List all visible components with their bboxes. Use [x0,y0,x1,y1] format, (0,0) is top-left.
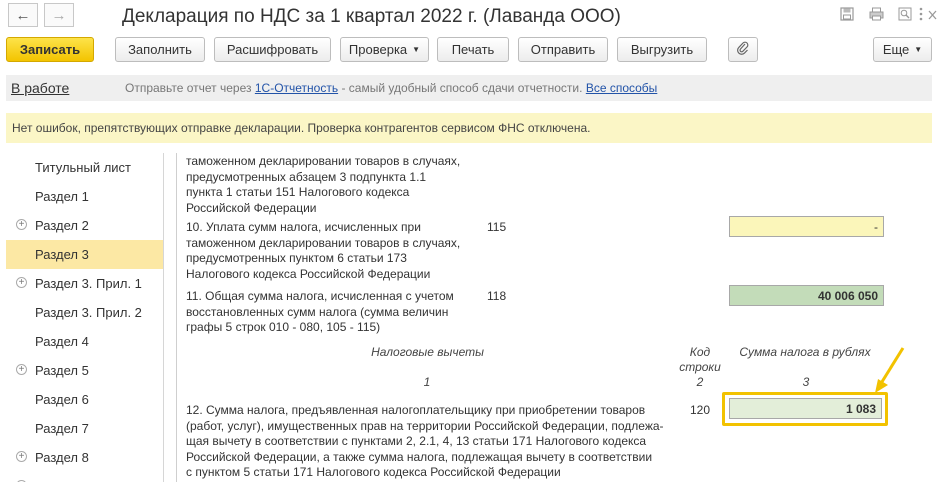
sidebar-item-label: Раздел 7 [35,421,89,436]
window-title: Декларация по НДС за 1 квартал 2022 г. (… [122,6,621,27]
zoom-icon[interactable] [897,7,913,23]
sidebar-item[interactable]: + Раздел 5 [6,356,163,385]
print-icon[interactable] [868,7,884,23]
col3-number: 3 [802,375,810,389]
validation-message: Нет ошибок, препятствующих отправке декл… [6,113,932,143]
info-text-after: - самый удобный способ сдачи отчетности. [341,81,583,95]
sidebar-item-label: Раздел 2 [35,218,89,233]
row11-text: 11. Общая сумма налога, исчисленная с уч… [186,289,454,334]
reporting-link[interactable]: 1С-Отчетность [255,81,338,95]
sidebar-item[interactable]: + Раздел 3. Прил. 1 [6,269,163,298]
amount-header: Сумма налога в рублях [739,345,871,359]
arrow-right-icon: → [51,6,67,24]
highlight-arrow-icon [875,347,905,393]
sidebar-item-label: Раздел 6 [35,392,89,407]
row11-code: 118 [487,289,507,303]
col1-number: 1 [423,375,431,389]
sidebar-item[interactable]: Раздел 3. Прил. 2 [6,298,163,327]
sidebar-item-label: Раздел 1 [35,189,89,204]
info-text: Отправьте отчет через 1С-Отчетность - са… [125,81,657,95]
fill-button[interactable]: Заполнить [115,37,205,62]
sidebar-item-label: Раздел 3. Прил. 1 [35,276,142,291]
row10-text: 10. Уплата сумм налога, исчисленных при … [186,220,461,281]
code-header: Код строки 2 [679,345,721,389]
sidebar-item-label: Раздел 8 [35,450,89,465]
check-label: Проверка [348,42,408,57]
close-icon[interactable] [928,7,937,23]
expand-icon[interactable]: + [16,219,27,230]
forward-button[interactable]: → [44,3,74,27]
paperclip-icon [737,41,749,58]
validation-text: Нет ошибок, препятствующих отправке декл… [12,121,591,135]
status-link[interactable]: В работе [11,80,69,96]
row9-text: таможенном декларировании товаров в случ… [186,154,461,215]
more-vertical-icon[interactable] [917,7,925,23]
sidebar-item[interactable]: Раздел 4 [6,327,163,356]
expand-icon[interactable]: + [16,277,27,288]
sidebar-item[interactable]: + Раздел 2 [6,211,163,240]
sidebar-item[interactable]: +Раздел 9. Прил. 1 [6,472,163,482]
row12-amount-field[interactable]: 1 083 [729,398,882,419]
sidebar-item-label: Раздел 5 [35,363,89,378]
sidebar-item[interactable]: + Раздел 8 [6,443,163,472]
sidebar-item-label: Титульный лист [35,160,132,175]
row12-text: 12. Сумма налога, предъявленная налогопл… [186,403,664,479]
arrow-left-icon: ← [15,6,31,24]
check-dropdown-button[interactable]: Проверка ▼ [340,37,429,62]
all-ways-link[interactable]: Все способы [586,81,658,95]
more-button[interactable]: Еще ▼ [873,37,932,62]
save-button[interactable]: Записать [6,37,94,62]
info-text-before: Отправьте отчет через [125,81,252,95]
expand-icon[interactable]: + [16,364,27,375]
content-divider [176,153,177,482]
row10-amount-field[interactable]: - [729,216,884,237]
deductions-header: Налоговые вычеты [371,345,484,359]
sidebar-item[interactable]: Раздел 1 [6,182,163,211]
sidebar-item[interactable]: Титульный лист [6,153,163,182]
section-navigation: Титульный лист Раздел 1 + Раздел 2 Раздел 3 +… [6,153,164,482]
expand-icon[interactable]: + [16,451,27,462]
sidebar-item-label: Раздел 3 [35,247,89,262]
sidebar-item[interactable]: Раздел 6 [6,385,163,414]
print-button[interactable]: Печать [437,37,509,62]
decode-button[interactable]: Расшифровать [214,37,331,62]
send-button[interactable]: Отправить [518,37,608,62]
save-icon[interactable] [839,7,855,23]
row10-code: 115 [487,220,507,234]
chevron-down-icon: ▼ [412,45,421,54]
row11-amount-field[interactable]: 40 006 050 [729,285,884,306]
chevron-down-icon: ▼ [914,45,923,54]
sidebar-item-label: Раздел 4 [35,334,89,349]
sidebar-item-label: Раздел 3. Прил. 2 [35,305,142,320]
back-button[interactable]: ← [8,3,38,27]
sidebar-item[interactable]: Раздел 7 [6,414,163,443]
attach-button[interactable] [728,37,758,62]
info-bar: В работе Отправьте отчет через 1С-Отчетн… [6,75,932,101]
row12-code: 120 [690,403,711,417]
sidebar-item[interactable]: Раздел 3 [6,240,163,269]
more-label: Еще [882,42,910,57]
export-button[interactable]: Выгрузить [617,37,707,62]
